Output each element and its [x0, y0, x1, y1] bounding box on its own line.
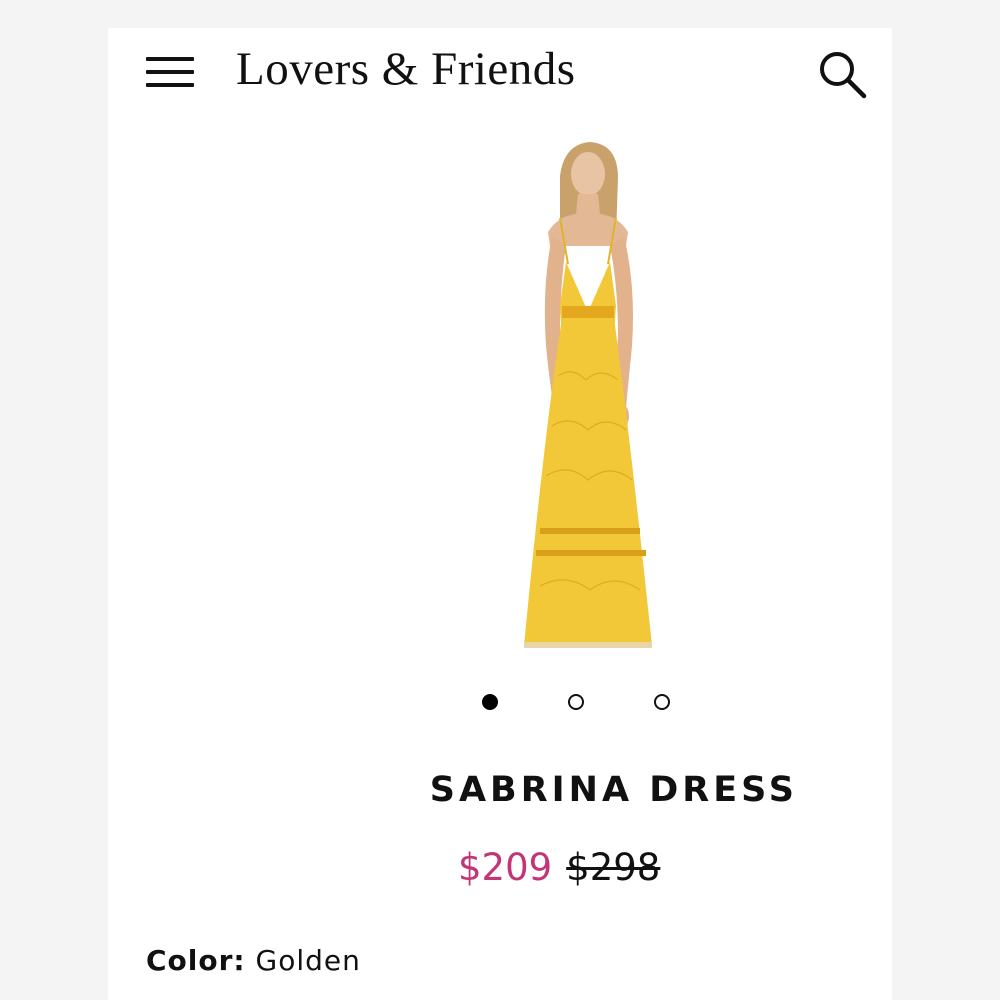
- product-title: SABRINA DRESS: [429, 770, 798, 810]
- carousel-indicators: [478, 690, 678, 714]
- hamburger-menu-icon[interactable]: [144, 52, 196, 94]
- color-value: Golden: [255, 944, 361, 977]
- sale-price: $209: [458, 846, 553, 889]
- brand-logo[interactable]: Lovers & Friends: [236, 42, 576, 96]
- color-selector: Color: Golden: [146, 944, 361, 977]
- carousel-dot-1[interactable]: [482, 694, 498, 710]
- carousel-dot-2[interactable]: [568, 694, 584, 710]
- price-block: $209 $298: [458, 846, 758, 889]
- original-price: $298: [566, 846, 661, 889]
- carousel-dot-3[interactable]: [654, 694, 670, 710]
- color-label: Color:: [146, 944, 246, 977]
- product-image[interactable]: [468, 136, 708, 656]
- search-icon[interactable]: [814, 46, 870, 102]
- site-header: Lovers & Friends: [108, 28, 892, 118]
- product-page: Lovers & Friends SABRINA DRESS $209 $298…: [108, 28, 892, 1000]
